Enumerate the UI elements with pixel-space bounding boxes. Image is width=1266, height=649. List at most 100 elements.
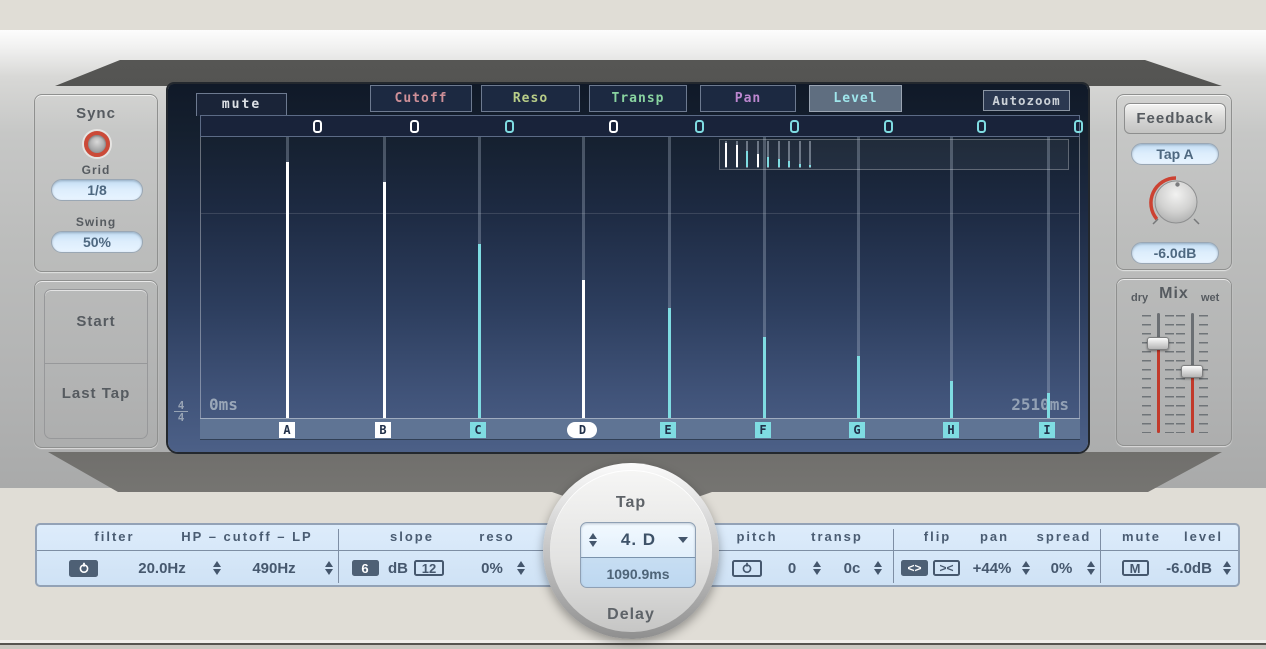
wet-mix-slider[interactable] — [1174, 313, 1210, 435]
slope-12db-button[interactable]: 12 — [414, 560, 444, 576]
tap-badge-F[interactable]: F — [755, 422, 771, 438]
feedback-knob[interactable] — [1145, 172, 1207, 234]
slope-6db-button[interactable]: 6 — [352, 560, 379, 576]
time-signature: 4 4 — [174, 400, 188, 423]
transport-panel: Start Last Tap — [34, 280, 158, 448]
mute-toggle-F[interactable] — [790, 120, 799, 133]
mute-toggle-strip — [200, 115, 1080, 137]
sync-led-button[interactable] — [84, 131, 110, 157]
tap-badge-D[interactable]: D — [567, 422, 597, 438]
tap-level-bar-G[interactable] — [857, 356, 860, 418]
tap-level-bar-A[interactable] — [286, 162, 289, 418]
tap-selector[interactable]: 4. D 1090.9ms — [580, 522, 696, 588]
feedback-tap-selector[interactable]: Tap A — [1131, 143, 1219, 165]
tap-level-bar-B[interactable] — [383, 182, 386, 418]
tap-display: mute Cutoff Reso Transp Pan Level Autozo… — [168, 84, 1088, 452]
mute-toggle-H[interactable] — [977, 120, 986, 133]
minimap-bar-G — [788, 161, 790, 167]
pan-stepper[interactable] — [1021, 560, 1032, 576]
start-button[interactable]: Start — [35, 313, 157, 330]
tap-level-bar-F[interactable] — [763, 337, 766, 419]
transport-button-frame — [44, 289, 148, 439]
pitch-cents-value[interactable]: 0c — [832, 556, 872, 580]
reso-header: reso — [457, 529, 537, 547]
dry-mix-slider[interactable] — [1140, 313, 1176, 435]
tap-badge-H[interactable]: H — [943, 422, 959, 438]
lp-cutoff-value[interactable]: 490Hz — [229, 556, 319, 580]
tap-delay-time-value[interactable]: 1090.9ms — [581, 558, 695, 588]
tap-badge-C[interactable]: C — [470, 422, 486, 438]
tap-badge-A[interactable]: A — [279, 422, 295, 438]
tap-badge-G[interactable]: G — [849, 422, 865, 438]
mute-toggle-C[interactable] — [505, 120, 514, 133]
level-value[interactable]: -6.0dB — [1155, 556, 1223, 580]
last-tap-button[interactable]: Last Tap — [35, 385, 157, 402]
level-gridline — [201, 213, 1079, 214]
hp-cutoff-stepper[interactable] — [212, 560, 223, 576]
tab-cutoff[interactable]: Cutoff — [370, 85, 472, 112]
mix-panel: Mix dry wet — [1116, 278, 1232, 446]
spread-value[interactable]: 0% — [1039, 556, 1084, 580]
mute-header: mute — [1109, 529, 1174, 547]
mute-toggle-I[interactable] — [1074, 120, 1083, 133]
autozoom-button[interactable]: Autozoom — [983, 90, 1070, 111]
spread-stepper[interactable] — [1086, 560, 1097, 576]
pitch-semitones-value[interactable]: 0 — [777, 556, 807, 580]
mute-button[interactable]: M — [1122, 560, 1149, 576]
flip-inward-button[interactable]: >< — [933, 560, 960, 576]
reso-value[interactable]: 0% — [467, 556, 517, 580]
grid-value-field[interactable]: 1/8 — [51, 179, 143, 201]
tap-badge-E[interactable]: E — [660, 422, 676, 438]
mute-toggle-B[interactable] — [410, 120, 419, 133]
pitch-power-button[interactable] — [732, 560, 762, 577]
tap-track-I — [1047, 137, 1050, 418]
tap-dropdown-caret-icon[interactable] — [678, 537, 688, 543]
pitch-semitones-stepper[interactable] — [812, 560, 823, 576]
tap-level-bar-H[interactable] — [950, 381, 953, 418]
filter-power-button[interactable] — [69, 560, 98, 577]
pan-value[interactable]: +44% — [962, 556, 1022, 580]
knob-indicator-dot — [1175, 182, 1179, 186]
delay-label: Delay — [550, 606, 712, 624]
tab-reso[interactable]: Reso — [481, 85, 580, 112]
tab-level-selected[interactable]: Level — [809, 85, 902, 112]
mute-toggle-G[interactable] — [884, 120, 893, 133]
mute-toggle-D[interactable] — [609, 120, 618, 133]
sync-label: Sync — [35, 105, 157, 122]
tap-level-bar-E[interactable] — [668, 308, 671, 418]
tab-pan[interactable]: Pan — [700, 85, 796, 112]
dry-slider-handle[interactable] — [1147, 337, 1169, 350]
tap-level-bar-I[interactable] — [1047, 393, 1050, 418]
minimap-bar-H — [799, 164, 801, 167]
minimap-bar-C — [746, 151, 748, 167]
feedback-button[interactable]: Feedback — [1124, 103, 1226, 134]
tap-select-stepper[interactable] — [588, 532, 599, 548]
wet-label: wet — [1201, 292, 1219, 304]
tap-graph[interactable]: 0ms 2510ms — [200, 137, 1080, 418]
delay-designer-plugin: Sync Grid 1/8 Swing 50% Start Last Tap m… — [0, 0, 1266, 649]
tab-mute[interactable]: mute — [196, 93, 287, 116]
wet-slider-handle[interactable] — [1181, 365, 1203, 378]
mute-toggle-E[interactable] — [695, 120, 704, 133]
swing-value-field[interactable]: 50% — [51, 231, 143, 253]
pitch-cents-stepper[interactable] — [873, 560, 884, 576]
tap-label: Tap — [550, 494, 712, 512]
tap-level-bar-D[interactable] — [582, 280, 585, 418]
tap-level-bar-C[interactable] — [478, 244, 481, 418]
mute-toggle-A[interactable] — [313, 120, 322, 133]
tap-badge-B[interactable]: B — [375, 422, 391, 438]
flip-outward-button[interactable]: <> — [901, 560, 928, 576]
minimap-bar-D — [757, 154, 759, 167]
time-end-label: 2510ms — [1011, 395, 1069, 414]
transport-divider — [44, 363, 148, 364]
overview-minimap[interactable] — [719, 139, 1069, 170]
dry-label: dry — [1131, 292, 1148, 304]
tap-badge-I[interactable]: I — [1039, 422, 1055, 438]
lp-cutoff-stepper[interactable] — [324, 560, 335, 576]
level-stepper[interactable] — [1222, 560, 1233, 576]
reso-stepper[interactable] — [516, 560, 527, 576]
feedback-amount-field[interactable]: -6.0dB — [1131, 242, 1219, 264]
flip-header: flip — [905, 529, 970, 547]
tab-transp[interactable]: Transp — [589, 85, 687, 112]
hp-cutoff-value[interactable]: 20.0Hz — [117, 556, 207, 580]
